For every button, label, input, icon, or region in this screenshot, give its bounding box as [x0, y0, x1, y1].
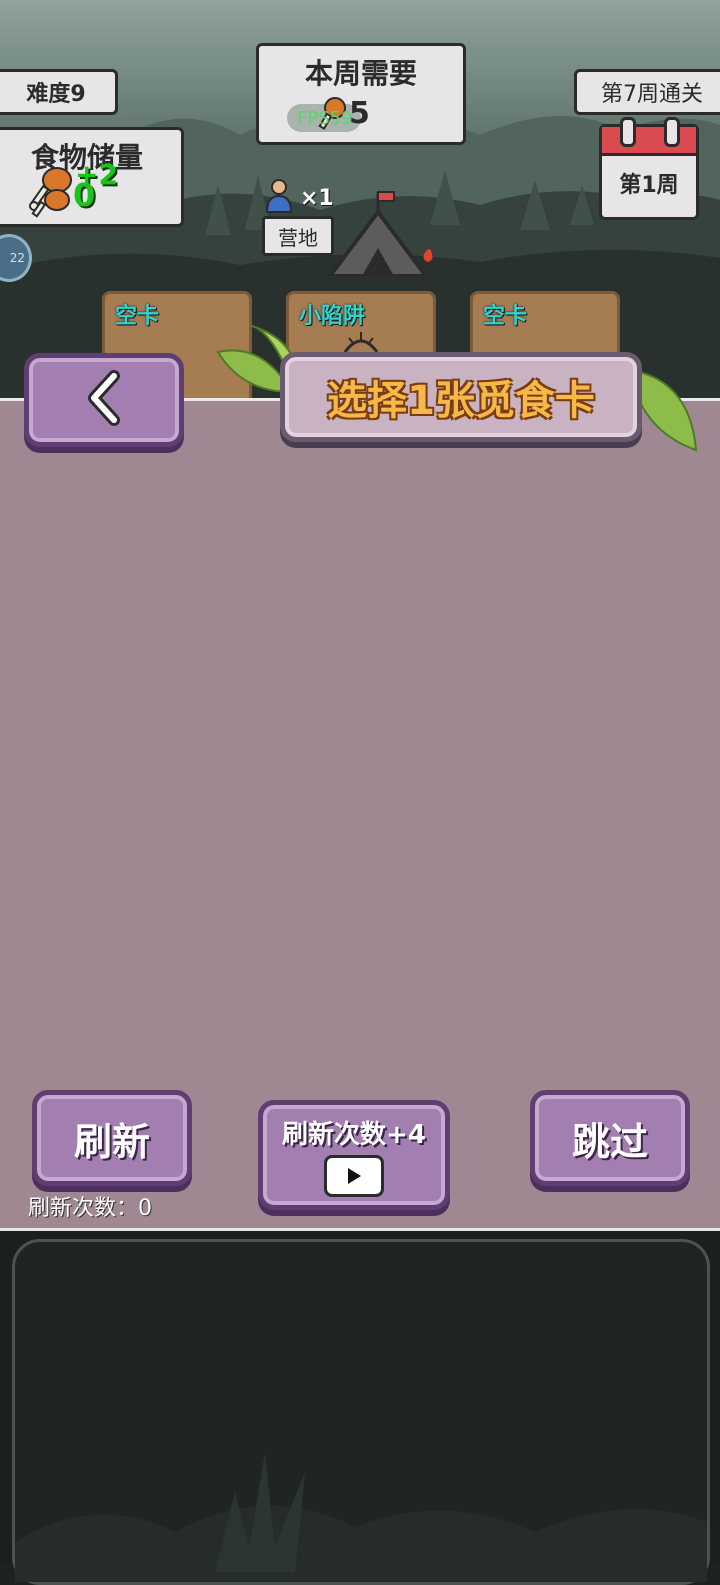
difficulty-text: 难度9	[26, 82, 86, 107]
bottom-card-frame	[12, 1239, 710, 1585]
refresh-button-label: 刷新	[73, 1119, 150, 1164]
game-scene: 难度9 食物储量 +2 0 22 本周需要 FPS59 5 第7周通关 第1周 …	[0, 0, 720, 400]
side-badge-text: 22	[9, 251, 25, 265]
skip-button-label: 跳过	[571, 1119, 648, 1164]
camp-label: 营地	[278, 225, 318, 250]
calendar-ring-icon	[664, 117, 680, 147]
food-storage-value: 0	[73, 176, 96, 214]
refresh-count-value: 0	[138, 1196, 153, 1221]
goal-badge: 第7周通关	[574, 69, 720, 115]
difficulty-badge: 难度9	[0, 69, 118, 115]
camp-tent-icon	[322, 186, 442, 280]
chevron-left-icon	[84, 370, 124, 430]
video-play-icon	[324, 1154, 384, 1197]
weekly-need-panel: 本周需要 FPS59 5	[256, 43, 466, 145]
calendar-widget: 第1周	[599, 117, 699, 220]
bottom-scene	[0, 1228, 720, 1585]
dialog-title: 选择1张觅食卡	[327, 378, 595, 424]
grass-decoration	[15, 1452, 707, 1582]
skip-button[interactable]: 跳过	[530, 1090, 690, 1186]
fps-text: FPS59	[297, 108, 353, 129]
forage-slot-label: 小陷阱	[299, 304, 366, 329]
goal-text: 第7周通关	[601, 82, 703, 107]
back-button[interactable]	[24, 353, 184, 447]
refresh-plus-ad-button[interactable]: 刷新次数+4	[258, 1100, 450, 1210]
refresh-count-label: 刷新次数：	[28, 1196, 139, 1221]
weekly-need-value: 5	[349, 96, 370, 131]
drumstick-icon	[27, 164, 75, 224]
refresh-count: 刷新次数：0	[28, 1190, 152, 1222]
refresh-plus-label: 刷新次数+4	[282, 1119, 426, 1150]
calendar-ring-icon	[620, 117, 636, 147]
forage-slot-label: 空卡	[483, 304, 528, 329]
person-icon	[264, 178, 294, 218]
calendar-header	[602, 127, 696, 156]
current-week-text: 第1周	[619, 173, 679, 198]
refresh-button[interactable]: 刷新	[32, 1090, 192, 1186]
forage-slot-label: 空卡	[115, 304, 160, 329]
weekly-need-label: 本周需要	[304, 57, 417, 90]
food-storage-panel: 食物储量 +2 0	[0, 127, 184, 227]
dialog-title-plate: 选择1张觅食卡	[280, 352, 642, 442]
